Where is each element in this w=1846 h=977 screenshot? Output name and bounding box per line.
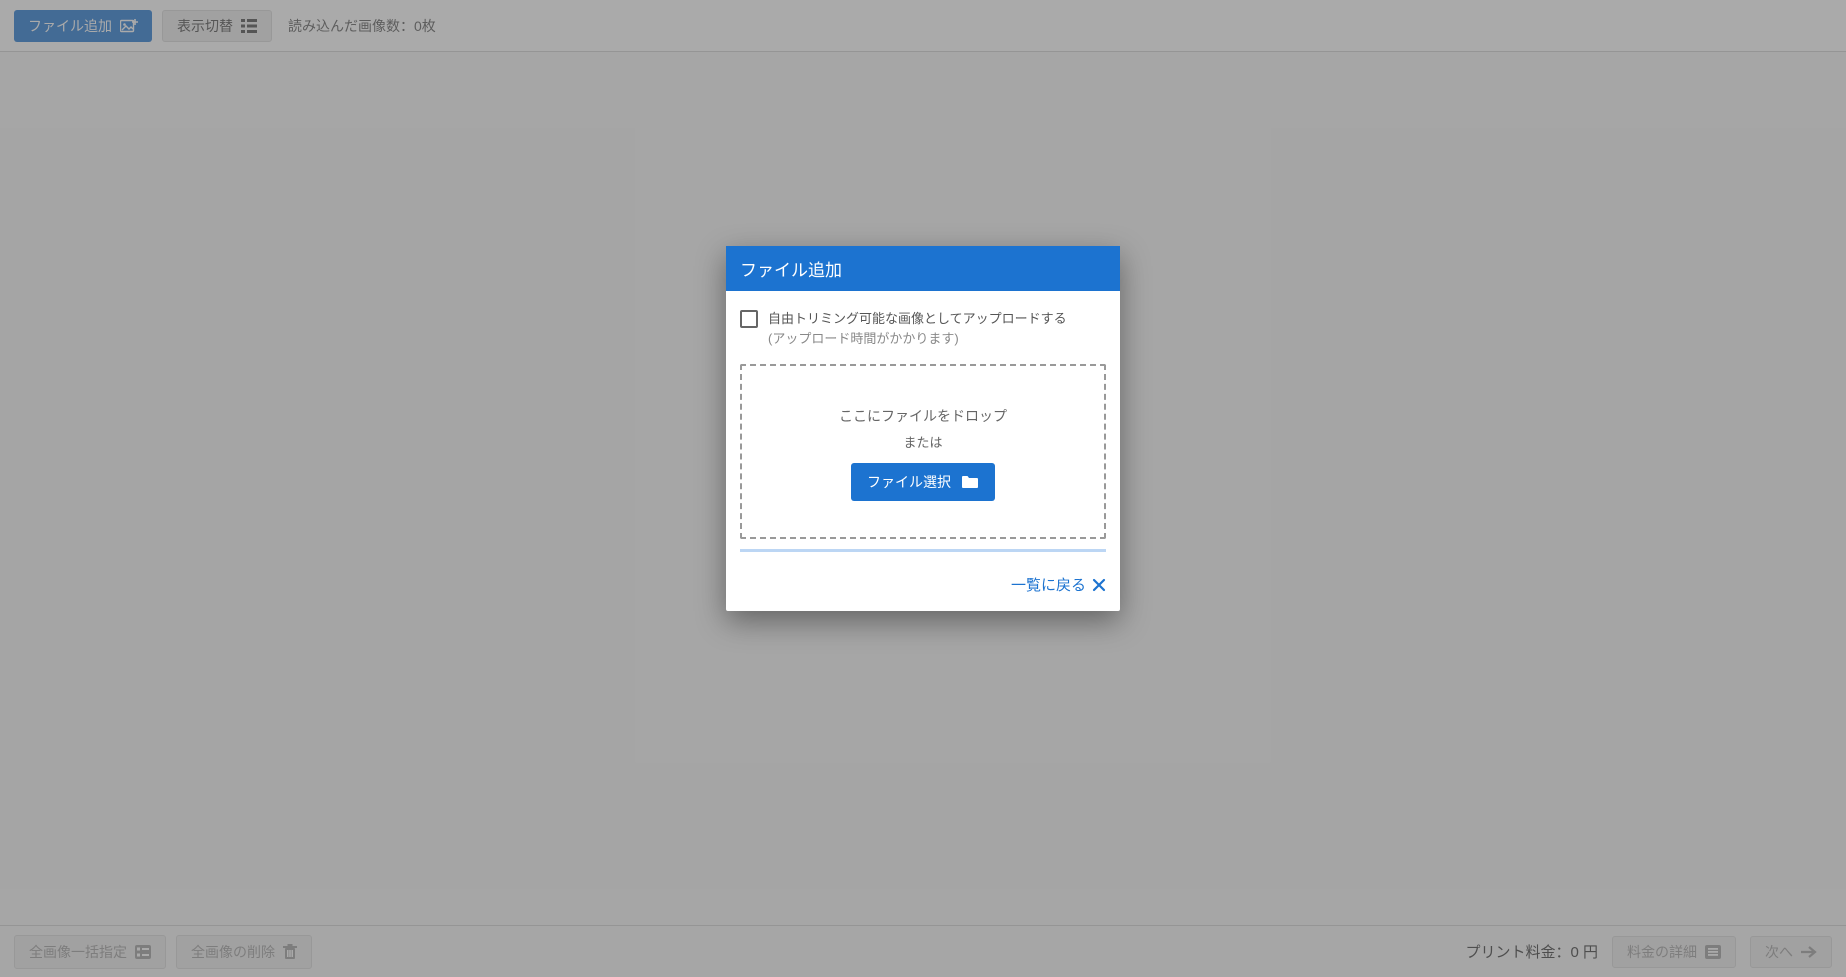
add-file-modal: ファイル追加 自由トリミング可能な画像としてアップロードする (アップロード時間… — [726, 246, 1120, 611]
modal-body: 自由トリミング可能な画像としてアップロードする (アップロード時間がかかります)… — [726, 291, 1120, 560]
back-to-list-link[interactable]: 一覧に戻る — [1011, 574, 1106, 595]
modal-footer: 一覧に戻る — [726, 560, 1120, 611]
free-trimming-line1: 自由トリミング可能な画像としてアップロードする — [768, 309, 1067, 329]
modal-title: ファイル追加 — [726, 246, 1120, 291]
upload-progress-bar — [740, 549, 1106, 552]
or-label: または — [752, 432, 1094, 451]
free-trimming-text: 自由トリミング可能な画像としてアップロードする (アップロード時間がかかります) — [768, 309, 1067, 348]
modal-overlay[interactable]: ファイル追加 自由トリミング可能な画像としてアップロードする (アップロード時間… — [0, 0, 1846, 977]
back-to-list-label: 一覧に戻る — [1011, 574, 1086, 595]
free-trimming-option[interactable]: 自由トリミング可能な画像としてアップロードする (アップロード時間がかかります) — [740, 309, 1106, 348]
file-select-label: ファイル選択 — [867, 472, 951, 492]
free-trimming-line2: (アップロード時間がかかります) — [768, 329, 1067, 349]
close-icon — [1092, 578, 1106, 592]
file-select-button[interactable]: ファイル選択 — [851, 463, 995, 501]
folder-icon — [961, 475, 979, 489]
drop-label: ここにファイルをドロップ — [752, 406, 1094, 426]
checkbox-unchecked-icon[interactable] — [740, 310, 758, 328]
file-drop-zone[interactable]: ここにファイルをドロップ または ファイル選択 — [740, 364, 1106, 539]
